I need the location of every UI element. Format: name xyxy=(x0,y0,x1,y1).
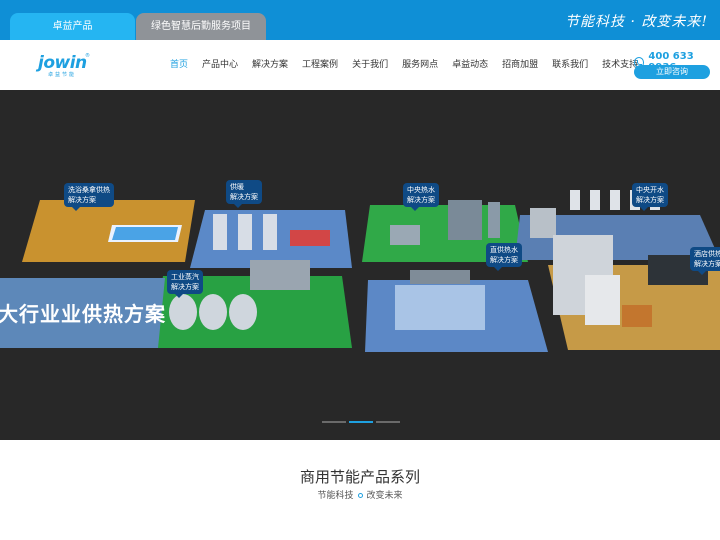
carousel-dot-1[interactable] xyxy=(322,421,346,423)
nav-item-cases[interactable]: 工程案例 xyxy=(302,57,338,73)
nav-item-about[interactable]: 关于我们 xyxy=(352,57,388,73)
callout-central-hot-water-label: 中央热水 解决方案 xyxy=(407,186,435,204)
callout-industrial-steam-label: 工业蒸汽 解决方案 xyxy=(171,273,199,291)
nav-item-service-network[interactable]: 服务网点 xyxy=(402,57,438,73)
circle-separator-icon xyxy=(357,493,363,498)
callout-boiling-water[interactable]: 中央开水 解决方案 xyxy=(632,183,668,211)
carousel-dots xyxy=(322,421,403,423)
carousel-dot-2[interactable] xyxy=(349,421,373,423)
nav-item-products[interactable]: 产品中心 xyxy=(202,57,238,73)
subtitle-right: 改变未来 xyxy=(366,491,403,501)
callout-boiling-water-label: 中央开水 解决方案 xyxy=(636,186,664,204)
callout-bathing[interactable]: 洗浴桑拿供热 解决方案 xyxy=(64,183,114,211)
tab-jowin-products[interactable]: 卓益产品 xyxy=(10,13,135,40)
callout-heating[interactable]: 供暖 解决方案 xyxy=(226,180,262,208)
registered-mark: ® xyxy=(85,53,90,59)
nav-item-news[interactable]: 卓益动态 xyxy=(452,57,488,73)
nav-item-contact[interactable]: 联系我们 xyxy=(552,57,588,73)
main-nav: 首页 产品中心 解决方案 工程案例 关于我们 服务网点 卓益动态 招商加盟 联系… xyxy=(170,57,652,73)
nav-item-franchise[interactable]: 招商加盟 xyxy=(502,57,538,73)
callout-hotel[interactable]: 酒店供热 解决方案 xyxy=(690,247,720,275)
products-section-title: 商用节能产品系列 xyxy=(299,468,420,486)
header-slogan: 节能科技 · 改变未来! xyxy=(565,14,708,30)
subtitle-left: 节能科技 xyxy=(317,491,354,501)
logo[interactable]: jowin 卓益节能 ® xyxy=(38,53,92,80)
logo-text: jowin xyxy=(38,53,87,73)
callout-bathing-label: 洗浴桑拿供热 解决方案 xyxy=(68,186,110,204)
callout-direct-hot-water[interactable]: 直供热水 解决方案 xyxy=(486,243,522,271)
nav-item-home[interactable]: 首页 xyxy=(170,57,188,73)
hero-banner[interactable]: 洗浴桑拿供热 解决方案 供暖 解决方案 中央热水 解决方案 中央开水 解决方案 … xyxy=(0,90,720,440)
consult-button[interactable]: 立即咨询 xyxy=(634,65,710,79)
callout-heating-label: 供暖 解决方案 xyxy=(230,183,258,201)
callout-industrial-steam[interactable]: 工业蒸汽 解决方案 xyxy=(167,270,203,298)
solutions-illustration xyxy=(0,190,720,352)
banner-headline: 大行业业供热方案 xyxy=(0,302,166,326)
callout-central-hot-water[interactable]: 中央热水 解决方案 xyxy=(403,183,439,211)
tab-green-logistics[interactable]: 绿色智慧后勤服务项目 xyxy=(136,13,266,40)
callout-direct-hot-water-label: 直供热水 解决方案 xyxy=(490,246,518,264)
nav-item-solutions[interactable]: 解决方案 xyxy=(252,57,288,73)
products-section-subtitle: 节能科技 改变未来 xyxy=(0,488,720,501)
nav-item-tech-support[interactable]: 技术支持 xyxy=(602,57,638,73)
carousel-dot-3[interactable] xyxy=(376,421,400,423)
callout-hotel-label: 酒店供热 解决方案 xyxy=(694,250,720,268)
